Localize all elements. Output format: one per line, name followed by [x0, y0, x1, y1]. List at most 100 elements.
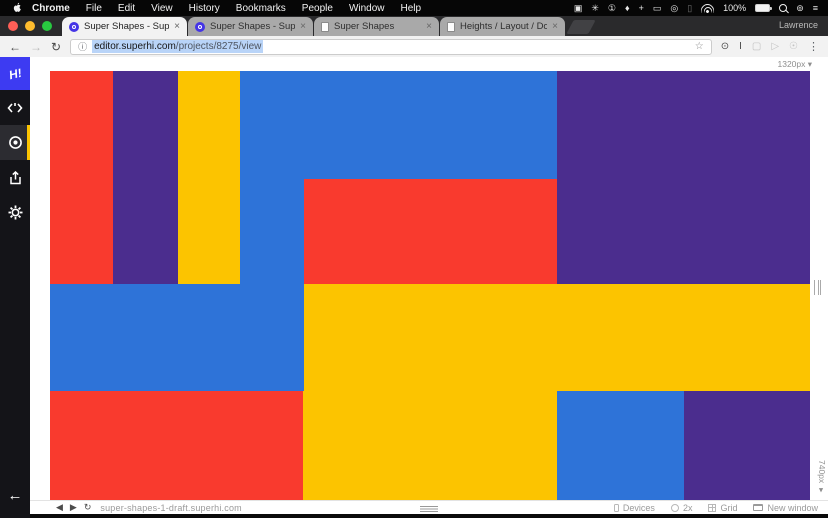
minimize-window-button[interactable]	[25, 21, 35, 31]
code-editor-icon	[7, 102, 23, 114]
plus-health-icon[interactable]: +	[639, 0, 644, 16]
canvas-width-control[interactable]: 1320px ▾	[777, 59, 812, 70]
devices-toggle[interactable]: Devices	[614, 503, 655, 513]
zoom-window-button[interactable]	[42, 21, 52, 31]
canvas-height-control[interactable]: 740px ▾	[817, 460, 827, 496]
menu-item-edit[interactable]: Edit	[110, 3, 143, 14]
yellow-column	[178, 71, 240, 284]
apple-menu-icon[interactable]	[10, 2, 24, 14]
wifi-icon[interactable]	[701, 3, 714, 13]
close-tab-icon[interactable]: ×	[300, 21, 306, 32]
extension-icon-3[interactable]: ▢	[752, 41, 761, 52]
tab-title: Super Shapes - SuperHi	[210, 21, 295, 32]
back-button[interactable]: ←	[9, 41, 21, 53]
menu-item-history[interactable]: History	[181, 3, 228, 14]
sidebar-item-code-editor[interactable]	[0, 90, 30, 125]
menu-item-people[interactable]: People	[294, 3, 341, 14]
screen-recording-icon[interactable]: ▣	[574, 0, 583, 16]
menu-item-chrome[interactable]: Chrome	[24, 3, 78, 14]
close-window-button[interactable]	[8, 21, 18, 31]
page-info-icon[interactable]: ⓘ	[78, 40, 87, 53]
editor-sidebar: H! ←	[0, 57, 30, 518]
browser-menu-icon[interactable]: ⋮	[808, 40, 819, 53]
preview-forward-icon[interactable]: ▶	[70, 502, 77, 513]
circled-one-icon[interactable]: ①	[608, 0, 616, 16]
settings-menu-icon[interactable]: ✳	[591, 0, 599, 16]
close-tab-icon[interactable]: ×	[426, 21, 432, 32]
tab-super-shapes-editor[interactable]: Super Shapes - SuperHi ×	[62, 17, 187, 36]
record-circle-icon[interactable]: ◎	[670, 0, 678, 16]
menu-item-window[interactable]: Window	[341, 3, 393, 14]
grid-icon	[708, 504, 716, 512]
menu-item-help[interactable]: Help	[393, 3, 430, 14]
browser-tab-strip: Super Shapes - SuperHi × Super Shapes - …	[0, 16, 828, 36]
grid-toggle[interactable]: Grid	[708, 503, 737, 513]
purple-column	[113, 71, 178, 284]
preview-url[interactable]: super-shapes-1-draft.superhi.com	[100, 503, 241, 513]
preview-pane: 1320px ▾ 740px ▾ ◀ ▶ ↻ super-shapes-1-dr…	[30, 57, 828, 518]
extension-icon-1[interactable]: ⊙	[721, 41, 729, 52]
blue-block-bottom	[557, 391, 684, 500]
zoom-2x-toggle[interactable]: 2x	[671, 503, 693, 513]
inactive-status-icon: ▯	[687, 0, 692, 16]
url-text-selected[interactable]: editor.superhi.com /projects/8275/view	[92, 40, 263, 53]
superhi-logo-text: H!	[7, 65, 23, 82]
preview-reload-icon[interactable]: ↻	[84, 502, 92, 513]
forward-button: →	[30, 41, 42, 53]
browser-toolbar: ← → ↻ ⓘ editor.superhi.com /projects/827…	[0, 36, 828, 58]
spotlight-search-icon[interactable]	[779, 4, 787, 12]
extensions-area: ⊙ I ▢ ▷ ☉ ⋮	[721, 40, 819, 53]
purple-block-right	[557, 71, 810, 284]
siri-icon[interactable]: ⊚	[796, 0, 804, 16]
preview-canvas[interactable]	[50, 71, 810, 500]
zoom-icon	[671, 504, 679, 512]
yellow-block-bottom	[303, 391, 557, 500]
close-tab-icon[interactable]: ×	[174, 21, 180, 32]
sidebar-item-share[interactable]	[0, 160, 30, 195]
red-column-left	[50, 71, 113, 284]
menu-item-view[interactable]: View	[143, 3, 181, 14]
droplet-icon[interactable]: ♦	[625, 0, 630, 16]
extension-icon-5[interactable]: ☉	[789, 41, 798, 52]
extension-icon-2[interactable]: I	[739, 41, 742, 52]
url-path: /projects/8275/view	[176, 41, 262, 52]
height-drag-handle[interactable]	[420, 506, 438, 507]
close-tab-icon[interactable]: ×	[552, 21, 558, 32]
battery-percent-label: 100%	[723, 3, 746, 13]
notification-center-icon[interactable]: ≡	[813, 0, 818, 16]
blue-band-middle-left	[50, 284, 304, 391]
back-arrow-button[interactable]: ←	[0, 487, 30, 504]
grid-label: Grid	[720, 503, 737, 513]
preview-back-icon[interactable]: ◀	[56, 502, 63, 513]
tab-super-shapes[interactable]: Super Shapes ×	[314, 17, 439, 36]
document-favicon	[321, 22, 329, 32]
window-bottom-edge	[30, 514, 828, 518]
address-bar[interactable]: ⓘ editor.superhi.com /projects/8275/view…	[70, 39, 712, 55]
sidebar-item-preview[interactable]	[0, 125, 30, 160]
eye-preview-icon	[8, 135, 23, 150]
tab-super-shapes-editor-2[interactable]: Super Shapes - SuperHi ×	[188, 17, 313, 36]
yellow-band-middle-right	[304, 284, 810, 391]
menu-item-bookmarks[interactable]: Bookmarks	[228, 3, 294, 14]
superhi-logo[interactable]: H!	[0, 57, 30, 90]
new-tab-button[interactable]	[566, 20, 595, 34]
preview-status-bar: ◀ ▶ ↻ super-shapes-1-draft.superhi.com D…	[30, 500, 828, 514]
browser-profile-name[interactable]: Lawrence	[779, 20, 828, 36]
superhi-favicon	[69, 22, 79, 32]
superhi-favicon	[195, 22, 205, 32]
tab-heights-layout-docs[interactable]: Heights / Layout / Docs / TAC ×	[440, 17, 565, 36]
purple-block-bottom-right	[684, 391, 810, 500]
menu-item-file[interactable]: File	[78, 3, 110, 14]
window-manager-icon[interactable]: ▭	[653, 0, 662, 16]
sidebar-item-settings[interactable]	[0, 195, 30, 230]
share-upload-icon	[9, 171, 22, 185]
width-drag-handle[interactable]	[814, 280, 821, 295]
red-block-inner	[304, 179, 557, 284]
bookmark-star-icon[interactable]: ☆	[695, 41, 704, 52]
devices-label: Devices	[623, 503, 655, 513]
tab-title: Super Shapes	[334, 21, 421, 32]
extension-icon-4[interactable]: ▷	[771, 41, 779, 52]
reload-button[interactable]: ↻	[51, 41, 61, 53]
new-window-button[interactable]: New window	[753, 503, 818, 513]
new-window-label: New window	[767, 503, 818, 513]
